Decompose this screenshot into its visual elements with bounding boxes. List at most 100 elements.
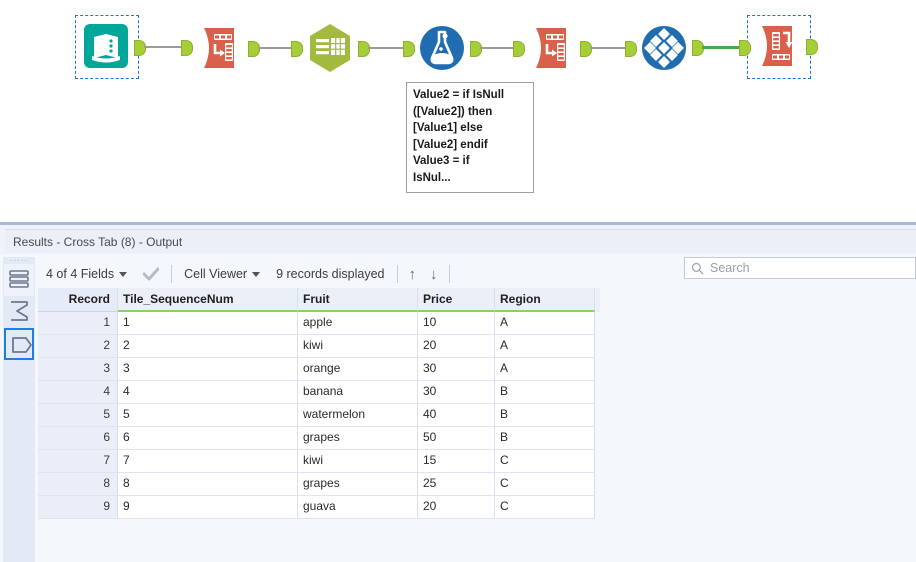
output-port-final[interactable]: [806, 39, 818, 55]
chevron-down-icon-2[interactable]: [252, 271, 261, 277]
rail-messages-icon[interactable]: [4, 264, 34, 296]
formula-tool[interactable]: [412, 18, 472, 78]
table-cell-tile[interactable]: 7: [118, 450, 298, 473]
fields-selector[interactable]: 4 of 4 Fields: [38, 267, 135, 281]
output-port[interactable]: [470, 41, 482, 57]
table-cell-record[interactable]: 5: [38, 404, 118, 427]
table-cell-fruit[interactable]: grapes: [298, 427, 418, 450]
table-cell-region[interactable]: B: [495, 427, 595, 450]
table-cell-fruit[interactable]: guava: [298, 496, 418, 519]
table-cell-record[interactable]: 7: [38, 450, 118, 473]
viewer-selector[interactable]: Cell Viewer: [176, 267, 268, 281]
table-cell-price[interactable]: 50: [418, 427, 495, 450]
table-row[interactable]: 6 6 grapes 50 B: [38, 427, 600, 450]
table-row[interactable]: 5 5 watermelon 40 B: [38, 404, 600, 427]
results-icon-rail[interactable]: ·····: [3, 257, 35, 562]
table-cell-record[interactable]: 9: [38, 496, 118, 519]
table-cell-fruit[interactable]: orange: [298, 358, 418, 381]
column-header-fruit[interactable]: Fruit: [298, 288, 418, 312]
apply-fields-button[interactable]: [135, 267, 167, 281]
table-cell-region[interactable]: C: [495, 450, 595, 473]
table-cell-record[interactable]: 8: [38, 473, 118, 496]
table-cell-region[interactable]: C: [495, 496, 595, 519]
input-data-tool[interactable]: [75, 15, 139, 79]
table-cell-price[interactable]: 25: [418, 473, 495, 496]
rail-drag-handle[interactable]: ·····: [3, 257, 35, 265]
table-row[interactable]: 1 1 apple 10 A: [38, 312, 600, 335]
table-cell-tile[interactable]: 3: [118, 358, 298, 381]
input-port[interactable]: [291, 41, 303, 57]
table-cell-region[interactable]: B: [495, 381, 595, 404]
column-header-record[interactable]: Record: [38, 288, 118, 312]
wire-input-to-transpose[interactable]: [144, 46, 181, 48]
output-port[interactable]: [580, 41, 592, 57]
workflow-canvas[interactable]: Value2 = if IsNull ([Value2]) then [Value1…: [0, 0, 916, 218]
table-cell-fruit[interactable]: grapes: [298, 473, 418, 496]
results-grid[interactable]: Record Tile_SequenceNum Fruit Price Region 1 1…: [38, 288, 600, 562]
column-header-tile_sequencenum[interactable]: Tile_SequenceNum: [118, 288, 298, 312]
input-port[interactable]: [739, 40, 751, 56]
table-row[interactable]: 3 3 orange 30 A: [38, 358, 600, 381]
table-cell-fruit[interactable]: kiwi: [298, 335, 418, 358]
rail-summary-icon[interactable]: [4, 296, 34, 328]
table-cell-price[interactable]: 20: [418, 335, 495, 358]
arrow-up-icon[interactable]: ↑: [402, 267, 424, 282]
table-cell-region[interactable]: A: [495, 358, 595, 381]
input-port[interactable]: [513, 41, 525, 57]
output-port[interactable]: [248, 41, 260, 57]
transpose-tool[interactable]: [190, 18, 250, 78]
wire-transpose-to-multirow[interactable]: [258, 47, 291, 49]
table-cell-price[interactable]: 20: [418, 496, 495, 519]
table-cell-price[interactable]: 30: [418, 358, 495, 381]
table-cell-tile[interactable]: 2: [118, 335, 298, 358]
input-port[interactable]: [181, 40, 193, 56]
chevron-down-icon[interactable]: [119, 271, 128, 277]
table-cell-price[interactable]: 30: [418, 381, 495, 404]
output-port[interactable]: [358, 41, 370, 57]
table-cell-tile[interactable]: 4: [118, 381, 298, 404]
table-cell-fruit[interactable]: banana: [298, 381, 418, 404]
wire-formula-to-transpose2[interactable]: [480, 47, 513, 49]
table-cell-region[interactable]: B: [495, 404, 595, 427]
arrow-down-icon[interactable]: ↓: [423, 267, 445, 282]
table-cell-fruit[interactable]: kiwi: [298, 450, 418, 473]
multi-row-formula-tool[interactable]: [300, 18, 360, 78]
results-pane: Results - Cross Tab (8) - Output ····· 4…: [0, 222, 916, 562]
table-cell-record[interactable]: 2: [38, 335, 118, 358]
table-cell-tile[interactable]: 6: [118, 427, 298, 450]
table-cell-record[interactable]: 6: [38, 427, 118, 450]
table-row[interactable]: 4 4 banana 30 B: [38, 381, 600, 404]
input-port[interactable]: [625, 41, 637, 57]
search-field[interactable]: Search: [684, 257, 916, 279]
cross-tab-tool[interactable]: [747, 15, 811, 79]
table-cell-record[interactable]: 4: [38, 381, 118, 404]
wire-transpose2-to-tile[interactable]: [590, 47, 625, 49]
table-row[interactable]: 2 2 kiwi 20 A: [38, 335, 600, 358]
table-cell-region[interactable]: C: [495, 473, 595, 496]
table-cell-record[interactable]: 3: [38, 358, 118, 381]
rail-data-icon[interactable]: [4, 328, 34, 360]
transpose-tool-2[interactable]: [522, 18, 582, 78]
table-cell-price[interactable]: 10: [418, 312, 495, 335]
table-cell-region[interactable]: A: [495, 335, 595, 358]
table-cell-price[interactable]: 40: [418, 404, 495, 427]
table-cell-tile[interactable]: 1: [118, 312, 298, 335]
table-cell-price[interactable]: 15: [418, 450, 495, 473]
table-cell-tile[interactable]: 8: [118, 473, 298, 496]
table-cell-fruit[interactable]: apple: [298, 312, 418, 335]
wire-multirow-to-formula[interactable]: [368, 47, 403, 49]
input-port[interactable]: [403, 41, 415, 57]
table-row[interactable]: 9 9 guava 20 C: [38, 496, 600, 519]
output-port[interactable]: [134, 40, 146, 56]
table-row[interactable]: 7 7 kiwi 15 C: [38, 450, 600, 473]
table-cell-fruit[interactable]: watermelon: [298, 404, 418, 427]
table-cell-region[interactable]: A: [495, 312, 595, 335]
table-cell-record[interactable]: 1: [38, 312, 118, 335]
column-header-price[interactable]: Price: [418, 288, 495, 312]
table-cell-tile[interactable]: 9: [118, 496, 298, 519]
table-row[interactable]: 8 8 grapes 25 C: [38, 473, 600, 496]
column-header-region[interactable]: Region: [495, 288, 595, 312]
wire-tile-to-crosstab[interactable]: [702, 46, 739, 49]
table-cell-tile[interactable]: 5: [118, 404, 298, 427]
tile-tool[interactable]: [634, 18, 694, 78]
